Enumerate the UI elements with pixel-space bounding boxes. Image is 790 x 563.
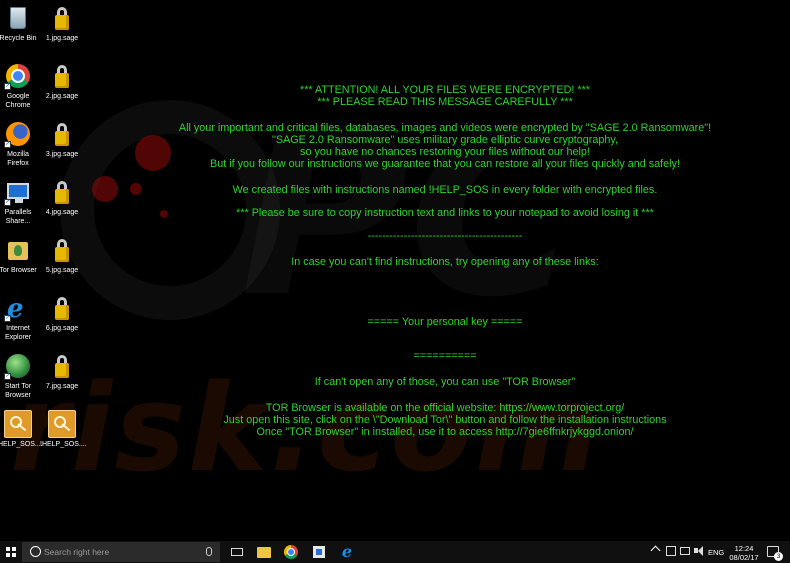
- volume-icon[interactable]: [694, 546, 704, 556]
- icon-label: !HELP_SOS....: [40, 441, 87, 448]
- desktop-icon-mozilla-firefox[interactable]: ↗ Mozilla Firefox: [0, 120, 40, 168]
- shortcut-arrow-icon: ↗: [4, 199, 11, 206]
- message-line: If can't open any of those, you can use …: [314, 376, 576, 388]
- attention-line: *** ATTENTION! ALL YOUR FILES WERE ENCRY…: [300, 84, 590, 96]
- icon-label: Start Tor Browser: [4, 383, 32, 399]
- icon-label: !HELP_SOS....: [0, 441, 43, 448]
- please-read-line: *** PLEASE READ THIS MESSAGE CAREFULLY *…: [317, 96, 573, 108]
- desktop-icon-tor-browser[interactable]: Tor Browser: [0, 236, 40, 275]
- message-line: In case you can't find instructions, try…: [291, 256, 599, 268]
- divider-line: ----------------------------------------…: [367, 230, 523, 242]
- desktop-icon-file-5[interactable]: 5.jpg.sage: [40, 236, 84, 275]
- message-line: We created files with instructions named…: [232, 184, 658, 196]
- lock-icon: [48, 4, 76, 32]
- desktop-icon-file-6[interactable]: 6.jpg.sage: [40, 294, 84, 333]
- desktop-icon-file-1[interactable]: 1.jpg.sage: [40, 4, 84, 43]
- desktop-icon-file-4[interactable]: 4.jpg.sage: [40, 178, 84, 217]
- shortcut-arrow-icon: ↗: [4, 315, 11, 322]
- icon-label: 4.jpg.sage: [45, 209, 79, 216]
- ransom-message: *** ATTENTION! ALL YOUR FILES WERE ENCRY…: [110, 84, 780, 438]
- internet-explorer-taskbar-icon[interactable]: e: [338, 543, 356, 561]
- desktop-icon-file-3[interactable]: 3.jpg.sage: [40, 120, 84, 159]
- icon-label: 2.jpg.sage: [45, 93, 79, 100]
- desktop-icon-file-7[interactable]: 7.jpg.sage: [40, 352, 84, 391]
- cortana-icon: [30, 546, 41, 557]
- lock-icon: [48, 294, 76, 322]
- desktop-icon-google-chrome[interactable]: ↗ Google Chrome: [0, 62, 40, 110]
- key-file-icon: [4, 410, 32, 438]
- icon-label: 7.jpg.sage: [45, 383, 79, 390]
- notification-count-badge: 3: [774, 552, 783, 561]
- message-line: TOR Browser is available on the official…: [265, 402, 625, 414]
- search-box[interactable]: Search right here: [22, 542, 220, 562]
- key-file-icon: [48, 410, 76, 438]
- parallels-icon: [7, 183, 29, 203]
- message-line: All your important and critical files, d…: [178, 122, 712, 134]
- message-line: Just open this site, click on the \"Down…: [223, 414, 667, 426]
- store-icon[interactable]: [310, 543, 328, 561]
- icon-label: Tor Browser: [0, 267, 37, 274]
- divider-line: ==========: [413, 350, 477, 362]
- icon-label: Mozilla Firefox: [7, 151, 29, 167]
- clock-time: 12:24: [734, 544, 754, 553]
- network-icon[interactable]: [666, 546, 676, 556]
- battery-icon[interactable]: [680, 547, 690, 555]
- lock-icon: [48, 120, 76, 148]
- icon-label: 5.jpg.sage: [45, 267, 79, 274]
- message-line: so you have no chances restoring your fi…: [300, 146, 590, 158]
- icon-label: 1.jpg.sage: [45, 35, 79, 42]
- file-explorer-icon[interactable]: [255, 543, 273, 561]
- show-hidden-icons-chevron-icon[interactable]: [650, 545, 661, 556]
- action-center-icon[interactable]: 3: [767, 546, 783, 561]
- message-line: "SAGE 2.0 Ransomware" uses military grad…: [272, 134, 618, 146]
- desktop-icon-file-2[interactable]: 2.jpg.sage: [40, 62, 84, 101]
- message-line: But if you follow our instructions we gu…: [210, 158, 680, 170]
- lock-icon: [48, 62, 76, 90]
- search-placeholder: Search right here: [44, 547, 110, 557]
- tor-folder-icon: [8, 242, 28, 260]
- icon-label: Recycle Bin: [0, 35, 37, 42]
- message-line: Once "TOR Browser" in installed, use it …: [256, 426, 634, 438]
- lock-icon: [48, 178, 76, 206]
- icon-label: Internet Explorer: [4, 325, 32, 341]
- shortcut-arrow-icon: ↗: [4, 373, 11, 380]
- desktop-icon-start-tor-browser[interactable]: ↗ Start Tor Browser: [0, 352, 40, 400]
- icon-label: Google Chrome: [5, 93, 31, 109]
- language-indicator[interactable]: ENG: [708, 548, 724, 557]
- taskbar: Search right here e ENG 12:24 08/02/17 3: [0, 541, 790, 563]
- clock-date: 08/02/17: [729, 553, 759, 562]
- clock[interactable]: 12:24 08/02/17: [727, 544, 761, 562]
- message-line: *** Please be sure to copy instruction t…: [236, 207, 654, 219]
- icon-label: Parallels Share...: [4, 209, 32, 225]
- task-view-button[interactable]: [228, 543, 246, 561]
- lock-icon: [48, 352, 76, 380]
- recycle-bin-icon: [10, 7, 26, 29]
- start-button[interactable]: [0, 541, 22, 563]
- icon-label: 3.jpg.sage: [45, 151, 79, 158]
- microphone-icon[interactable]: [206, 547, 212, 556]
- desktop-icon-help-sos[interactable]: !HELP_SOS....: [0, 410, 43, 449]
- lock-icon: [48, 236, 76, 264]
- shortcut-arrow-icon: ↗: [4, 83, 11, 90]
- icon-label: 6.jpg.sage: [45, 325, 79, 332]
- shortcut-arrow-icon: ↗: [4, 141, 11, 148]
- desktop-icon-recycle-bin[interactable]: Recycle Bin: [0, 4, 40, 43]
- desktop[interactable]: PC risk.com Recycle Bin ↗ Google Chrome …: [0, 0, 790, 541]
- desktop-icon-parallels-share[interactable]: ↗ Parallels Share...: [0, 178, 40, 226]
- desktop-icon-help-sos-2[interactable]: !HELP_SOS....: [40, 410, 87, 449]
- windows-logo-icon: [6, 547, 16, 557]
- personal-key-header: ===== Your personal key =====: [367, 316, 523, 328]
- chrome-taskbar-icon[interactable]: [282, 543, 300, 561]
- desktop-icon-internet-explorer[interactable]: e ↗ Internet Explorer: [0, 294, 40, 342]
